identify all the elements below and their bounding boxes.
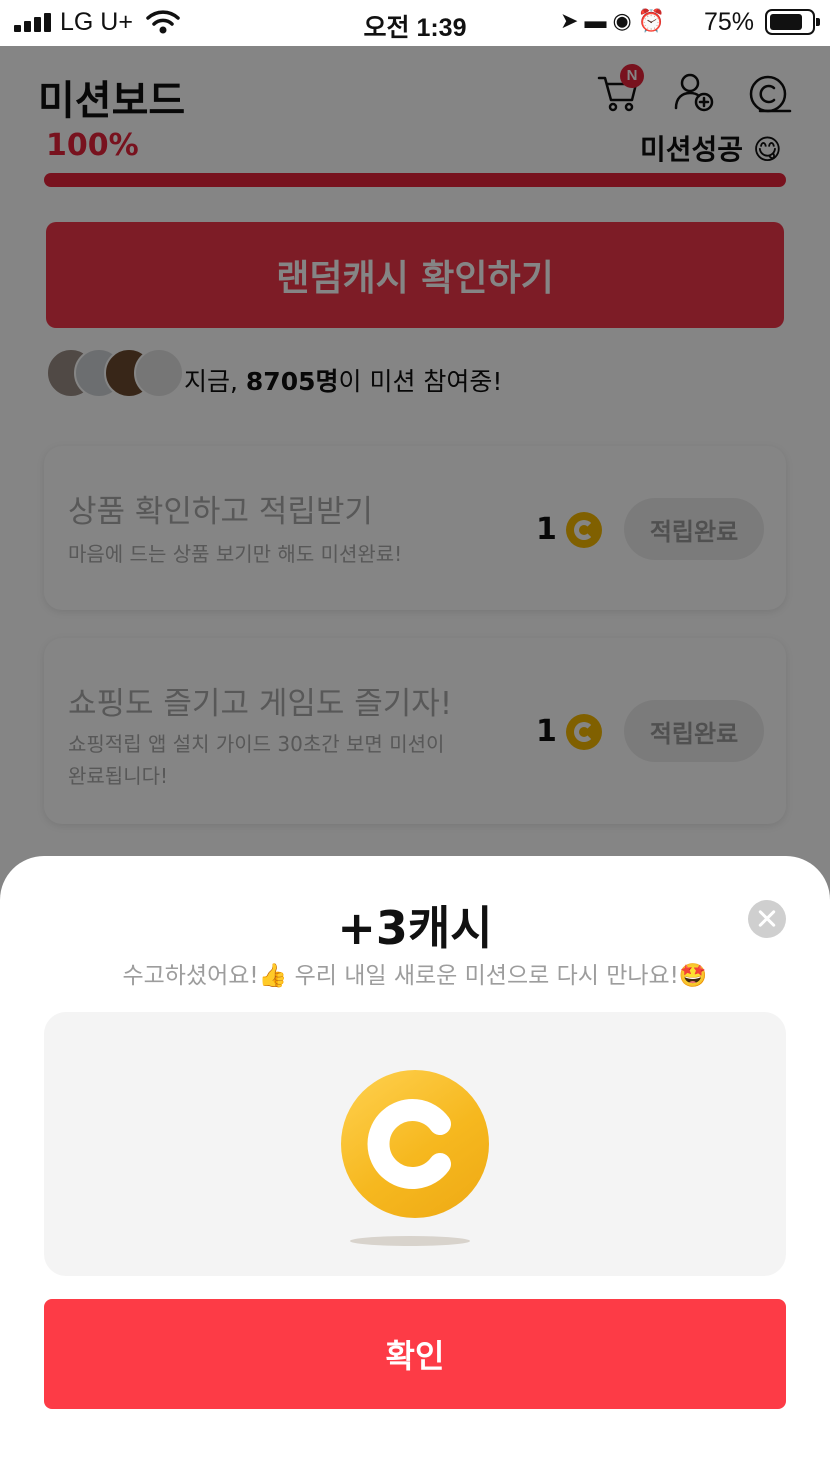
coin-shadow [350, 1236, 470, 1246]
reward-subtitle: 수고하셨어요!👍 우리 내일 새로운 미션으로 다시 만나요!🤩 [122, 963, 708, 989]
alarm-icon: ⏰ [637, 8, 672, 33]
location-icon: ➤ [560, 8, 585, 33]
status-bar: LG U+ 오전 1:39 ➤▬◉⏰ 75% [0, 0, 830, 46]
sleep-icon: ▬ [584, 8, 613, 33]
battery-percent: 75% [704, 8, 755, 36]
confirm-button[interactable]: 확인 [44, 1299, 786, 1409]
close-button[interactable] [748, 900, 786, 938]
coin-display [44, 1012, 786, 1276]
coin-icon [341, 1070, 489, 1218]
reward-title: +3캐시 [337, 901, 493, 955]
rotation-lock-icon: ◉ [612, 8, 638, 33]
battery-icon [765, 9, 820, 35]
reward-bottom-sheet: +3캐시 수고하셨어요!👍 우리 내일 새로운 미션으로 다시 만나요!🤩 확인 [0, 856, 830, 1476]
